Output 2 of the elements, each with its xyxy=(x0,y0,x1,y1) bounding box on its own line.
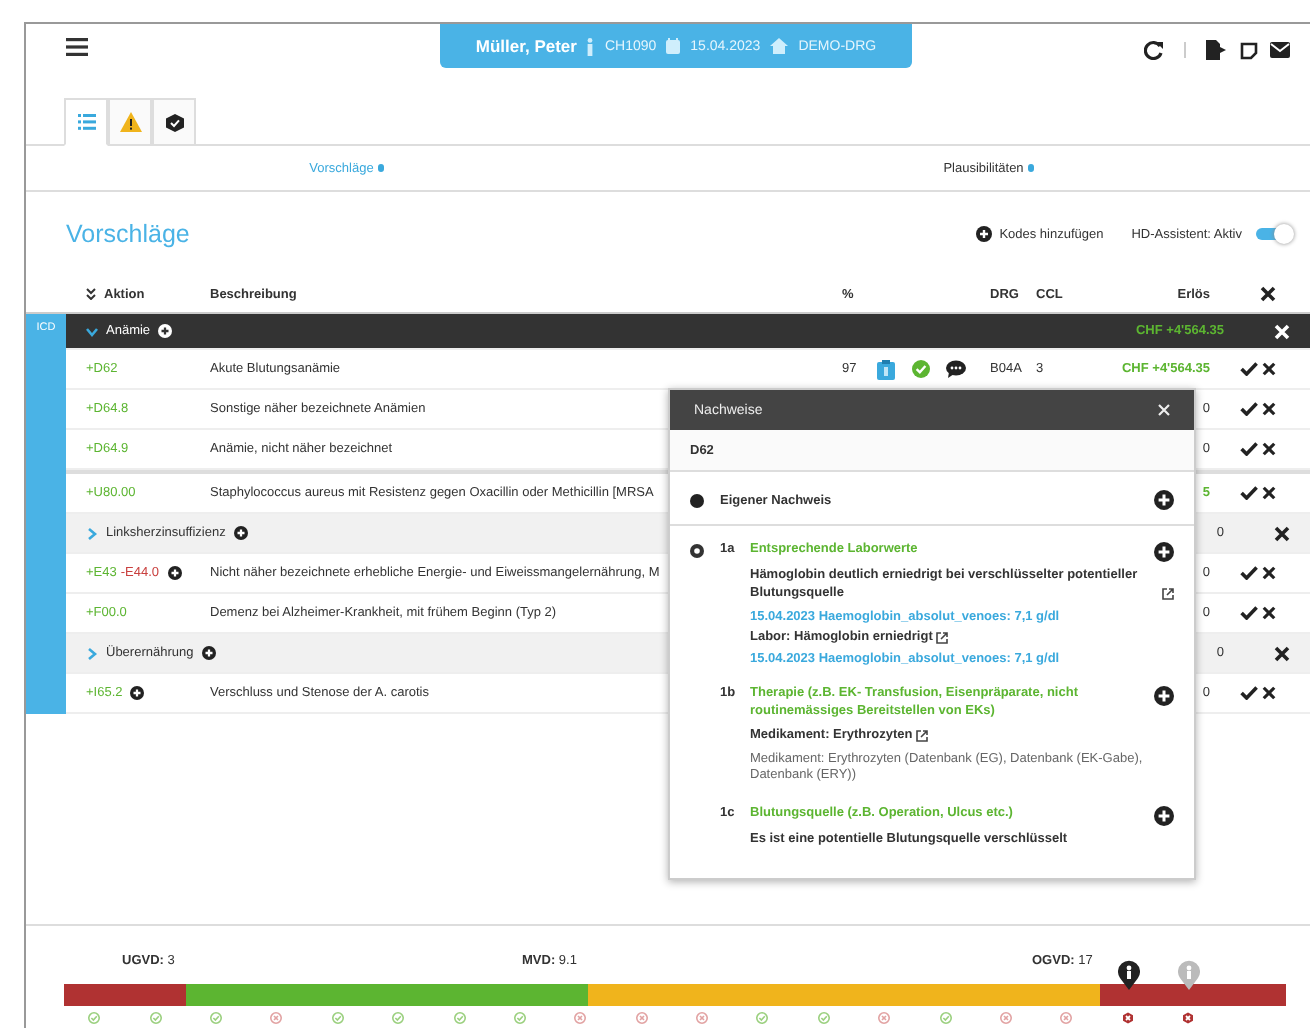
patient-name: Müller, Peter xyxy=(475,36,577,56)
page-title: Vorschläge xyxy=(66,220,190,248)
